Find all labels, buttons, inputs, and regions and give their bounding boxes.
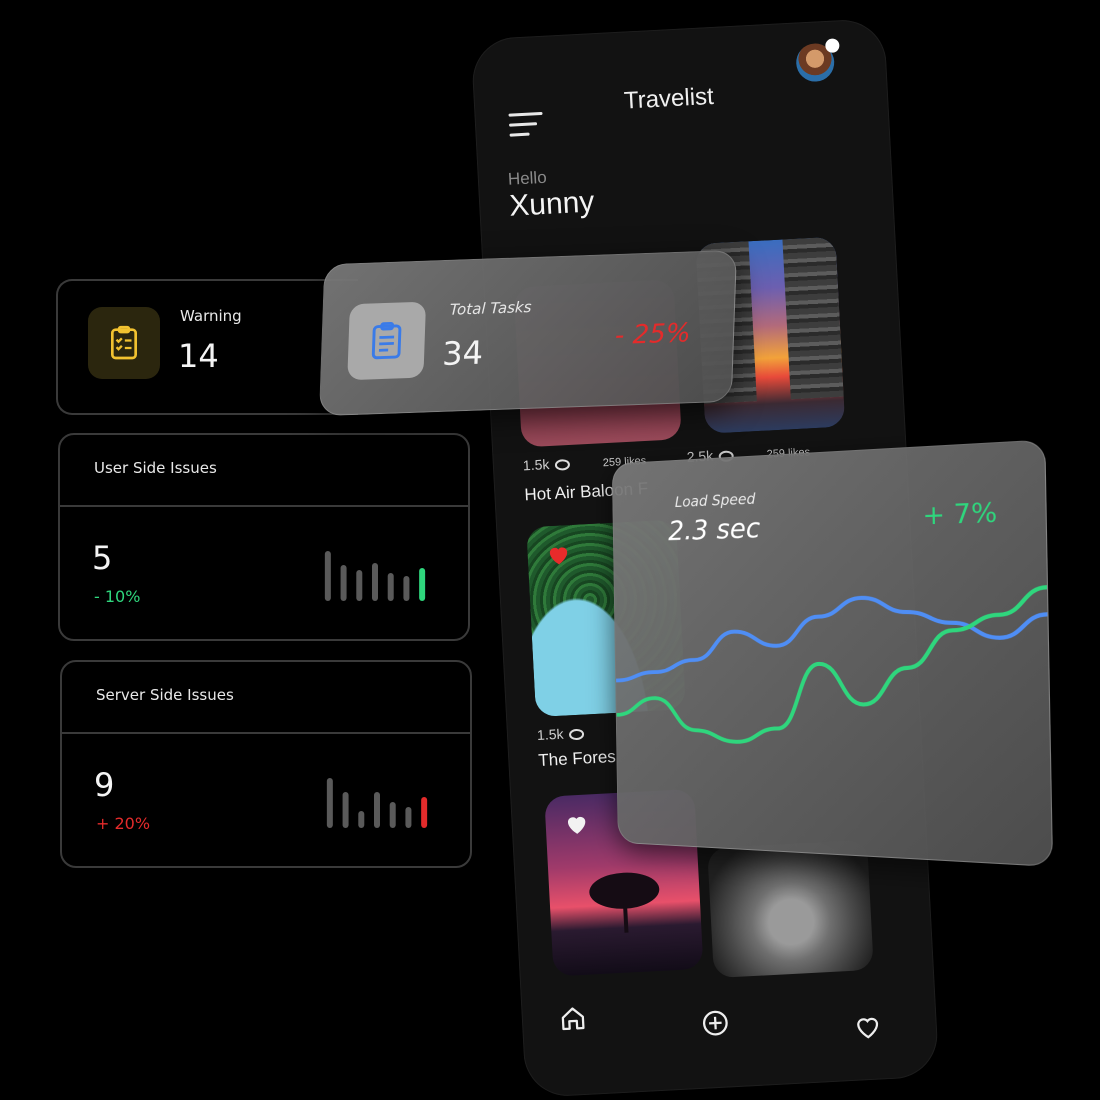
divider	[60, 505, 468, 507]
user-name: Xunny	[508, 185, 596, 223]
feed-image-moon[interactable]	[707, 839, 874, 979]
user-issues-card[interactable]: User Side Issues 5 - 10%	[58, 433, 470, 641]
bar	[405, 807, 412, 828]
clipboard-list-icon	[371, 322, 402, 360]
bar	[419, 568, 426, 601]
views-count: 1.5k	[522, 455, 571, 473]
bar	[326, 778, 333, 828]
views-count: 1.5k	[537, 725, 585, 743]
load-speed-value: 2.3 sec	[667, 511, 761, 547]
eye-icon	[569, 728, 585, 741]
server-issues-value: 9	[94, 766, 115, 804]
greeting: Hello	[507, 167, 548, 189]
bar	[356, 570, 363, 601]
bar	[403, 576, 410, 601]
add-icon[interactable]	[700, 1007, 732, 1039]
server-issues-bar-chart	[326, 778, 428, 828]
bar	[358, 811, 365, 828]
tasks-icon-box	[347, 301, 427, 381]
warning-card[interactable]: Warning 14	[56, 279, 358, 415]
bar	[421, 797, 428, 828]
user-issues-change: - 10%	[94, 587, 141, 606]
bar	[342, 792, 349, 828]
warning-label: Warning	[180, 307, 242, 325]
bar	[324, 551, 331, 601]
notification-badge	[825, 38, 840, 53]
load-speed-label: Load Speed	[674, 489, 756, 511]
divider	[62, 732, 470, 734]
bar	[389, 802, 396, 828]
heart-outline-icon[interactable]	[563, 810, 590, 837]
server-issues-change: + 20%	[96, 814, 151, 833]
bar	[374, 792, 380, 828]
total-tasks-card[interactable]: Total Tasks 34 - 25%	[318, 249, 738, 417]
total-tasks-value: 34	[441, 333, 484, 373]
app-title: Travelist	[623, 82, 715, 115]
eye-icon	[555, 458, 571, 471]
total-tasks-label: Total Tasks	[449, 297, 532, 319]
server-issues-card[interactable]: Server Side Issues 9 + 20%	[60, 660, 472, 868]
heart-filled-icon[interactable]	[545, 541, 572, 568]
server-issues-title: Server Side Issues	[96, 686, 234, 704]
load-speed-card[interactable]: Load Speed 2.3 sec + 7%	[611, 439, 1054, 868]
menu-icon[interactable]	[508, 111, 545, 138]
favorites-heart-icon[interactable]	[852, 1011, 884, 1043]
user-issues-title: User Side Issues	[94, 459, 217, 477]
load-speed-change: + 7%	[922, 497, 998, 532]
user-issues-value: 5	[92, 539, 113, 577]
user-issues-bar-chart	[324, 551, 426, 601]
bar	[372, 563, 378, 601]
warning-value: 14	[178, 337, 219, 375]
clipboard-check-icon	[111, 325, 137, 360]
warning-icon-box	[88, 307, 160, 379]
bar	[340, 565, 347, 601]
load-speed-line-chart	[614, 568, 1050, 781]
feed-caption[interactable]: The Fores	[538, 747, 616, 771]
total-tasks-change: - 25%	[614, 318, 692, 351]
bar	[387, 573, 394, 601]
home-icon[interactable]	[557, 1003, 589, 1035]
